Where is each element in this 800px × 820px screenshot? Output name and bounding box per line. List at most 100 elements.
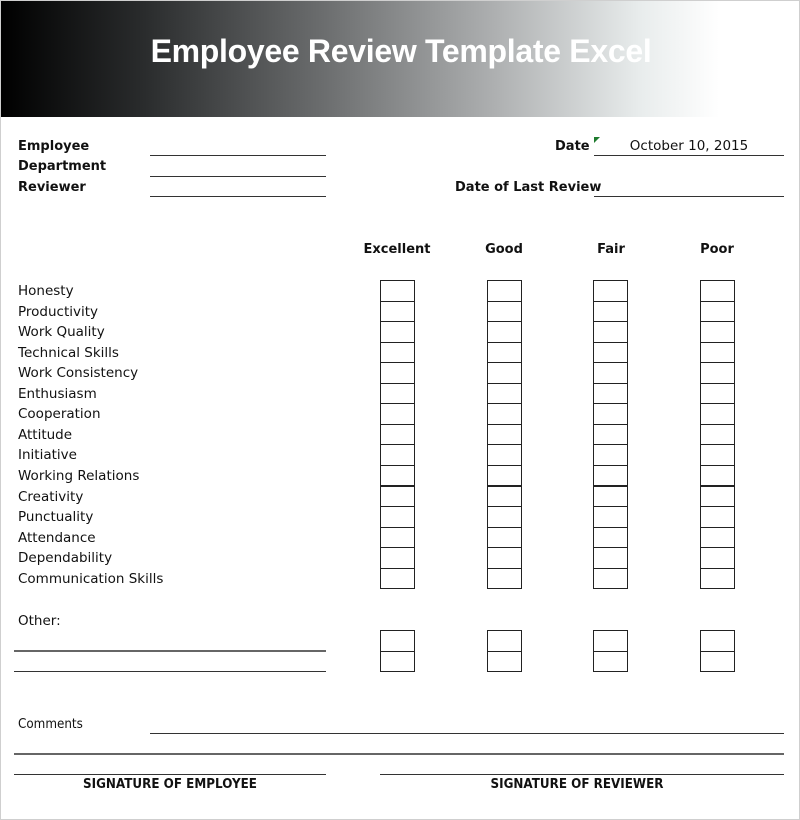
rating-checkbox-fair[interactable] xyxy=(593,506,628,528)
rating-checkbox-good[interactable] xyxy=(487,547,522,569)
criterion-label: Punctuality xyxy=(18,509,94,526)
rating-checkbox-good[interactable] xyxy=(487,567,522,590)
other-label: Other: xyxy=(18,613,61,629)
employee-signature-label: SIGNATURE OF EMPLOYEE xyxy=(83,777,257,792)
rating-checkbox-excellent[interactable] xyxy=(380,403,415,425)
criterion-label: Dependability xyxy=(18,550,113,567)
page-title: Employee Review Template Excel xyxy=(150,33,652,69)
rating-checkbox-poor[interactable] xyxy=(700,300,735,323)
other-rating-checkbox-excellent[interactable] xyxy=(380,650,415,673)
rating-checkbox-excellent[interactable] xyxy=(380,423,415,446)
rating-checkbox-excellent[interactable] xyxy=(380,526,415,549)
other-rating-checkbox-fair[interactable] xyxy=(593,630,628,652)
rating-checkbox-fair[interactable] xyxy=(593,321,628,343)
rating-checkbox-excellent[interactable] xyxy=(380,362,415,384)
rating-checkbox-excellent[interactable] xyxy=(380,382,415,405)
criterion-label: Creativity xyxy=(18,488,84,505)
date-value[interactable]: October 10, 2015 xyxy=(594,138,784,154)
rating-checkbox-poor[interactable] xyxy=(700,444,735,466)
rating-checkbox-excellent[interactable] xyxy=(380,341,415,364)
criterion-label: Working Relations xyxy=(18,467,140,484)
criterion-label: Technical Skills xyxy=(18,344,119,361)
rating-checkbox-fair[interactable] xyxy=(593,547,628,569)
rating-checkbox-fair[interactable] xyxy=(593,280,628,302)
rating-checkbox-excellent[interactable] xyxy=(380,506,415,528)
criterion-label: Honesty xyxy=(18,283,74,299)
other-rating-checkbox-excellent[interactable] xyxy=(380,630,415,652)
criterion-label: Cooperation xyxy=(18,406,101,423)
employee-label: Employee xyxy=(18,139,90,154)
comments-label: Comments xyxy=(18,717,83,732)
rating-checkbox-poor[interactable] xyxy=(700,280,735,302)
other-rating-checkbox-good[interactable] xyxy=(487,630,522,652)
department-field[interactable] xyxy=(150,176,326,177)
rating-checkbox-excellent[interactable] xyxy=(380,567,415,590)
rating-checkbox-poor[interactable] xyxy=(700,506,735,528)
rating-checkbox-fair[interactable] xyxy=(593,403,628,425)
rating-checkbox-excellent[interactable] xyxy=(380,444,415,466)
rating-checkbox-fair[interactable] xyxy=(593,362,628,384)
rating-checkbox-fair[interactable] xyxy=(593,485,628,507)
rating-checkbox-good[interactable] xyxy=(487,362,522,384)
rating-checkbox-poor[interactable] xyxy=(700,362,735,384)
criterion-label: Enthusiasm xyxy=(18,385,97,402)
rating-checkbox-poor[interactable] xyxy=(700,341,735,364)
other-rating-checkbox-good[interactable] xyxy=(487,650,522,673)
rating-checkbox-poor[interactable] xyxy=(700,526,735,549)
rating-checkbox-good[interactable] xyxy=(487,341,522,364)
rating-checkbox-good[interactable] xyxy=(487,280,522,302)
rating-checkbox-good[interactable] xyxy=(487,444,522,466)
rating-checkbox-excellent[interactable] xyxy=(380,485,415,507)
criterion-label: Attitude xyxy=(18,426,73,443)
rating-checkbox-poor[interactable] xyxy=(700,567,735,590)
comments-field-1[interactable] xyxy=(150,733,784,734)
other-rating-checkbox-poor[interactable] xyxy=(700,650,735,673)
rating-checkbox-poor[interactable] xyxy=(700,423,735,446)
rating-checkbox-poor[interactable] xyxy=(700,547,735,569)
rating-checkbox-excellent[interactable] xyxy=(380,300,415,323)
rating-checkbox-good[interactable] xyxy=(487,506,522,528)
criterion-label: Work Quality xyxy=(18,324,105,341)
other-rating-checkbox-fair[interactable] xyxy=(593,650,628,673)
rating-checkbox-fair[interactable] xyxy=(593,423,628,446)
employee-field[interactable] xyxy=(150,155,326,156)
rating-checkbox-poor[interactable] xyxy=(700,485,735,507)
rating-checkbox-fair[interactable] xyxy=(593,526,628,549)
rating-checkbox-poor[interactable] xyxy=(700,464,735,487)
rating-checkbox-excellent[interactable] xyxy=(380,464,415,487)
reviewer-signature-line[interactable] xyxy=(380,774,784,775)
rating-checkbox-fair[interactable] xyxy=(593,444,628,466)
rating-checkbox-good[interactable] xyxy=(487,485,522,507)
reviewer-signature-label: SIGNATURE OF REVIEWER xyxy=(490,777,664,792)
rating-checkbox-fair[interactable] xyxy=(593,464,628,487)
column-header-excellent: Excellent xyxy=(363,242,431,257)
rating-checkbox-excellent[interactable] xyxy=(380,547,415,569)
rating-checkbox-excellent[interactable] xyxy=(380,321,415,343)
rating-checkbox-good[interactable] xyxy=(487,526,522,549)
criterion-label: Communication Skills xyxy=(18,570,164,587)
rating-checkbox-poor[interactable] xyxy=(700,382,735,405)
other-rating-checkbox-poor[interactable] xyxy=(700,630,735,652)
rating-checkbox-excellent[interactable] xyxy=(380,280,415,302)
criterion-label: Work Consistency xyxy=(18,365,139,382)
rating-checkbox-fair[interactable] xyxy=(593,341,628,364)
other-field-2[interactable] xyxy=(14,671,326,672)
other-field-1[interactable] xyxy=(14,650,326,652)
rating-checkbox-fair[interactable] xyxy=(593,300,628,323)
rating-checkbox-poor[interactable] xyxy=(700,403,735,425)
last-review-field[interactable] xyxy=(594,196,784,197)
rating-checkbox-good[interactable] xyxy=(487,300,522,323)
rating-checkbox-good[interactable] xyxy=(487,321,522,343)
reviewer-field[interactable] xyxy=(150,196,326,197)
comments-field-2[interactable] xyxy=(14,753,784,755)
employee-signature-line[interactable] xyxy=(14,774,326,775)
rating-checkbox-good[interactable] xyxy=(487,423,522,446)
rating-checkbox-fair[interactable] xyxy=(593,382,628,405)
rating-checkbox-good[interactable] xyxy=(487,382,522,405)
date-field-underline xyxy=(594,155,784,156)
header-banner: Employee Review Template Excel xyxy=(1,1,799,117)
rating-checkbox-poor[interactable] xyxy=(700,321,735,343)
rating-checkbox-fair[interactable] xyxy=(593,567,628,590)
rating-checkbox-good[interactable] xyxy=(487,464,522,487)
rating-checkbox-good[interactable] xyxy=(487,403,522,425)
